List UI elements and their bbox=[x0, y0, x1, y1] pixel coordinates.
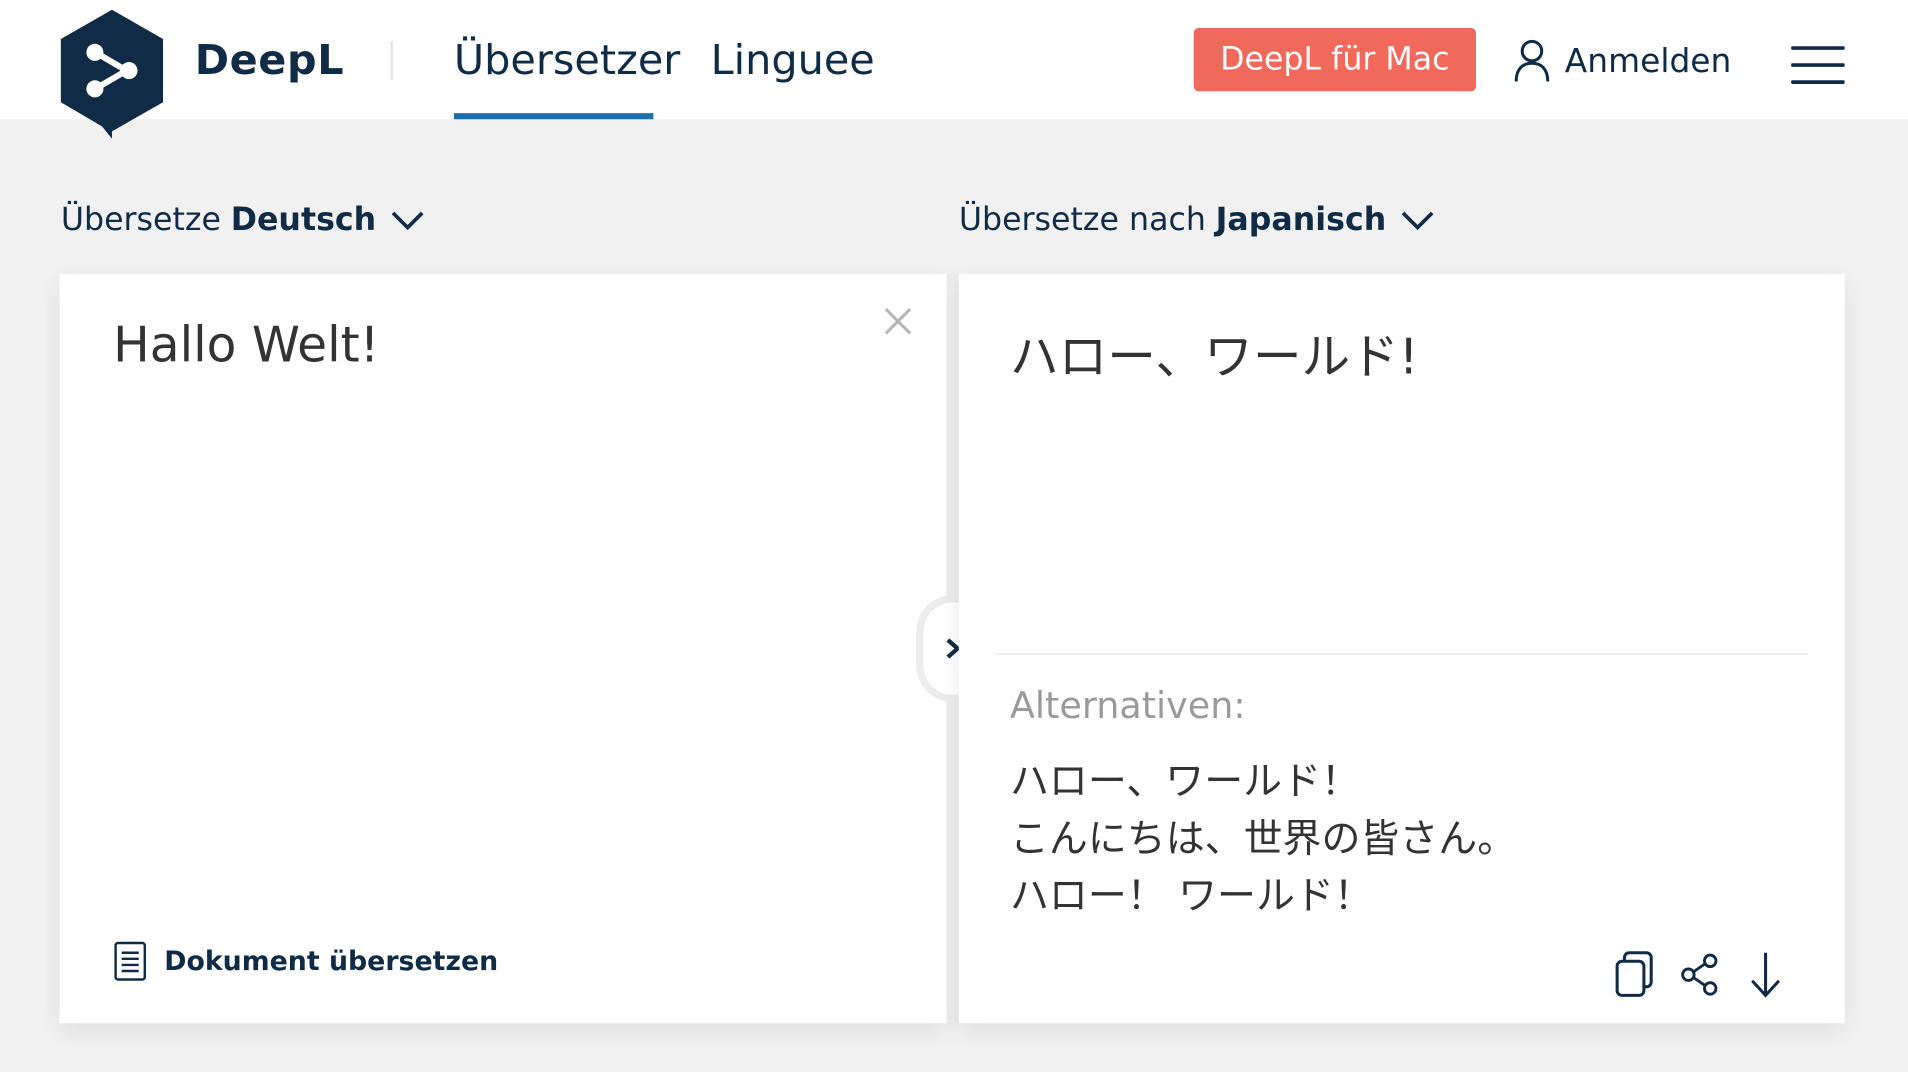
source-language: Deutsch bbox=[230, 201, 377, 239]
login-label: Anmelden bbox=[1564, 41, 1732, 80]
page: DeepL Übersetzer Linguee DeepL für Mac A… bbox=[0, 0, 1908, 1072]
translate-document-link[interactable]: Dokument übersetzen bbox=[113, 941, 498, 982]
source-language-prefix: Übersetze bbox=[60, 201, 221, 239]
share-icon[interactable] bbox=[1679, 950, 1720, 999]
alternative-item[interactable]: こんにちは、世界の皆さん。 bbox=[1010, 810, 1516, 867]
user-icon bbox=[1514, 39, 1550, 82]
document-icon bbox=[114, 941, 147, 981]
source-panel: Hallo Welt! Dokument übersetzen bbox=[59, 273, 947, 1024]
alternative-item[interactable]: ハロー！ ワールド！ bbox=[1010, 868, 1516, 925]
alternatives-label: Alternativen: bbox=[1009, 685, 1246, 728]
deepl-logo-icon[interactable] bbox=[58, 7, 165, 139]
tab-linguee[interactable]: Linguee bbox=[711, 37, 875, 86]
chevron-down-icon bbox=[1402, 211, 1434, 231]
target-panel: ハロー、ワールド! Alternativen: ハロー、ワールド！ こんにちは、… bbox=[958, 273, 1845, 1024]
brand-name[interactable]: DeepL bbox=[195, 37, 344, 86]
target-language-prefix: Übersetze nach bbox=[958, 201, 1206, 239]
target-language-selector[interactable]: Übersetze nach Japanisch bbox=[958, 201, 1435, 239]
source-language-selector[interactable]: Übersetze Deutsch bbox=[60, 201, 425, 239]
close-icon[interactable] bbox=[882, 305, 914, 337]
chevron-down-icon bbox=[391, 211, 424, 231]
alternatives-divider bbox=[995, 653, 1809, 655]
deepl-app: DeepL Übersetzer Linguee DeepL für Mac A… bbox=[0, 0, 1908, 1072]
target-language: Japanisch bbox=[1215, 201, 1387, 239]
source-text-input[interactable]: Hallo Welt! bbox=[113, 318, 379, 374]
download-mac-button[interactable]: DeepL für Mac bbox=[1193, 27, 1476, 92]
header-divider bbox=[390, 41, 394, 81]
alternatives-list: ハロー、ワールド！ こんにちは、世界の皆さん。 ハロー！ ワールド！ bbox=[1010, 753, 1516, 925]
translation-actions bbox=[1613, 950, 1786, 999]
tab-translator[interactable]: Übersetzer bbox=[454, 37, 680, 86]
active-tab-indicator bbox=[453, 113, 654, 120]
alternative-item[interactable]: ハロー、ワールド！ bbox=[1010, 753, 1516, 810]
translate-document-label: Dokument übersetzen bbox=[164, 946, 499, 977]
login-button[interactable]: Anmelden bbox=[1514, 37, 1732, 86]
top-header: DeepL Übersetzer Linguee DeepL für Mac A… bbox=[0, 0, 1908, 139]
translation-output[interactable]: ハロー、ワールド! bbox=[1010, 318, 1418, 389]
download-icon[interactable] bbox=[1745, 950, 1786, 999]
copy-icon[interactable] bbox=[1613, 950, 1654, 999]
hamburger-menu-icon[interactable] bbox=[1791, 46, 1845, 85]
